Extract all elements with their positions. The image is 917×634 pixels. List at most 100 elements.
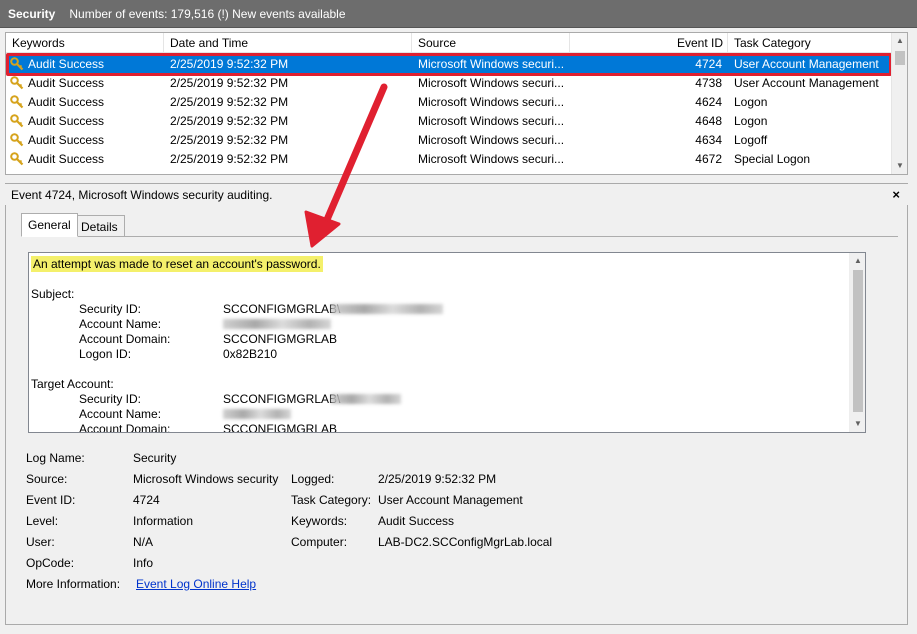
row-source: Microsoft Windows securi... bbox=[418, 76, 565, 90]
chevron-up-icon[interactable]: ▲ bbox=[850, 253, 865, 269]
prop-computer: LAB-DC2.SCConfigMgrLab.local bbox=[378, 535, 553, 549]
column-keywords[interactable]: Keywords bbox=[6, 33, 164, 53]
prop-level-label: Level: bbox=[26, 514, 59, 528]
log-name: Security bbox=[8, 6, 56, 21]
event-message[interactable]: An attempt was made to reset an account'… bbox=[28, 252, 866, 433]
log-titlebar: Security Number of events: 179,516 (!) N… bbox=[0, 0, 917, 28]
prop-logged-label: Logged: bbox=[291, 472, 335, 486]
target-account-domain-value: SCCONFIGMGRLAB bbox=[223, 422, 338, 433]
column-date-time[interactable]: Date and Time bbox=[164, 33, 412, 53]
row-task-category: Special Logon bbox=[734, 152, 811, 166]
key-icon bbox=[10, 114, 24, 128]
redacted-value bbox=[223, 409, 291, 419]
tab-panel-border bbox=[21, 236, 898, 237]
prop-computer-label: Computer: bbox=[291, 535, 348, 549]
redacted-value bbox=[331, 304, 443, 314]
prop-task-category: User Account Management bbox=[378, 493, 523, 507]
subject-logon-id-value: 0x82B210 bbox=[223, 347, 278, 361]
row-task-category: Logoff bbox=[734, 133, 768, 147]
prop-keywords-label: Keywords: bbox=[291, 514, 348, 528]
tab-general[interactable]: General bbox=[21, 213, 78, 237]
prop-user-label: User: bbox=[26, 535, 55, 549]
row-task-category: User Account Management bbox=[734, 57, 879, 71]
row-source: Microsoft Windows securi... bbox=[418, 152, 565, 166]
event-list-scrollbar[interactable]: ▲ ▼ bbox=[891, 33, 907, 174]
row-event-id: 4738 bbox=[695, 76, 722, 90]
prop-more-info-label: More Information: bbox=[26, 577, 121, 591]
redacted-value bbox=[223, 319, 331, 329]
key-icon bbox=[10, 76, 24, 90]
prop-user: N/A bbox=[133, 535, 154, 549]
row-keywords: Audit Success bbox=[28, 114, 105, 128]
chevron-down-icon[interactable]: ▼ bbox=[892, 158, 907, 174]
row-date-time: 2/25/2019 9:52:32 PM bbox=[170, 114, 289, 128]
subject-security-id-value: SCCONFIGMGRLAB\ bbox=[223, 302, 341, 316]
scroll-thumb[interactable] bbox=[853, 270, 863, 412]
prop-source-label: Source: bbox=[26, 472, 68, 486]
target-account-domain-label: Account Domain: bbox=[79, 422, 171, 433]
row-keywords: Audit Success bbox=[28, 152, 105, 166]
column-event-id[interactable]: Event ID bbox=[570, 33, 728, 53]
event-row[interactable]: Audit Success 2/25/2019 9:52:32 PM Microso… bbox=[6, 53, 892, 76]
row-keywords: Audit Success bbox=[28, 57, 105, 71]
row-date-time: 2/25/2019 9:52:32 PM bbox=[170, 95, 289, 109]
subject-security-id-label: Security ID: bbox=[79, 302, 142, 316]
event-list[interactable]: Keywords Date and Time Source Event ID T… bbox=[5, 32, 908, 175]
key-icon bbox=[10, 152, 24, 166]
scroll-thumb[interactable] bbox=[895, 51, 905, 65]
row-source: Microsoft Windows securi... bbox=[418, 114, 565, 128]
key-icon bbox=[10, 95, 24, 109]
key-icon bbox=[10, 57, 24, 71]
row-keywords: Audit Success bbox=[28, 95, 105, 109]
message-scrollbar[interactable]: ▲ ▼ bbox=[849, 253, 865, 432]
prop-opcode-label: OpCode: bbox=[26, 556, 75, 570]
tab-details[interactable]: Details bbox=[74, 215, 125, 237]
message-headline: An attempt was made to reset an account'… bbox=[31, 256, 323, 272]
row-event-id: 4672 bbox=[695, 152, 722, 166]
event-log-online-help-link[interactable]: Event Log Online Help bbox=[136, 577, 256, 591]
event-detail-title: Event 4724, Microsoft Windows security a… bbox=[11, 188, 273, 202]
prop-opcode: Info bbox=[133, 556, 154, 570]
row-keywords: Audit Success bbox=[28, 76, 105, 90]
row-source: Microsoft Windows securi... bbox=[418, 57, 565, 71]
subject-label: Subject: bbox=[31, 287, 75, 301]
prop-event-id-label: Event ID: bbox=[26, 493, 76, 507]
row-date-time: 2/25/2019 9:52:32 PM bbox=[170, 76, 289, 90]
prop-logged: 2/25/2019 9:52:32 PM bbox=[378, 472, 497, 486]
target-account-name-label: Account Name: bbox=[79, 407, 162, 421]
chevron-up-icon[interactable]: ▲ bbox=[892, 33, 907, 49]
row-source: Microsoft Windows securi... bbox=[418, 133, 565, 147]
row-date-time: 2/25/2019 9:52:32 PM bbox=[170, 152, 289, 166]
prop-log-name: Security bbox=[133, 451, 177, 465]
event-list-header: Keywords Date and Time Source Event ID T… bbox=[6, 33, 892, 53]
key-icon bbox=[10, 133, 24, 147]
prop-log-name-label: Log Name: bbox=[26, 451, 85, 465]
subject-account-domain-label: Account Domain: bbox=[79, 332, 171, 346]
row-source: Microsoft Windows securi... bbox=[418, 95, 565, 109]
chevron-down-icon[interactable]: ▼ bbox=[850, 416, 865, 432]
prop-event-id: 4724 bbox=[133, 493, 160, 507]
event-row[interactable]: Audit Success 2/25/2019 9:52:32 PM Microso… bbox=[6, 112, 892, 131]
target-security-id-label: Security ID: bbox=[79, 392, 142, 406]
redacted-value bbox=[331, 394, 401, 404]
column-task-category[interactable]: Task Category bbox=[728, 33, 892, 53]
subject-account-name-label: Account Name: bbox=[79, 317, 162, 331]
row-event-id: 4634 bbox=[695, 133, 722, 147]
row-task-category: User Account Management bbox=[734, 76, 879, 90]
event-row[interactable]: Audit Success 2/25/2019 9:52:32 PM Microso… bbox=[6, 150, 892, 169]
prop-keywords: Audit Success bbox=[378, 514, 455, 528]
subject-logon-id-label: Logon ID: bbox=[79, 347, 132, 361]
row-event-id: 4724 bbox=[695, 57, 722, 71]
event-row[interactable]: Audit Success 2/25/2019 9:52:32 PM Microso… bbox=[6, 93, 892, 112]
event-row[interactable]: Audit Success 2/25/2019 9:52:32 PM Microso… bbox=[6, 131, 892, 150]
column-source[interactable]: Source bbox=[412, 33, 570, 53]
close-icon[interactable]: × bbox=[892, 184, 900, 206]
event-detail-header: Event 4724, Microsoft Windows security a… bbox=[5, 183, 908, 205]
event-row[interactable]: Audit Success 2/25/2019 9:52:32 PM Microso… bbox=[6, 74, 892, 93]
row-keywords: Audit Success bbox=[28, 133, 105, 147]
row-task-category: Logon bbox=[734, 114, 768, 128]
prop-source: Microsoft Windows security bbox=[133, 472, 279, 486]
target-account-label: Target Account: bbox=[31, 377, 114, 391]
target-security-id-value: SCCONFIGMGRLAB\ bbox=[223, 392, 341, 406]
row-event-id: 4624 bbox=[695, 95, 722, 109]
